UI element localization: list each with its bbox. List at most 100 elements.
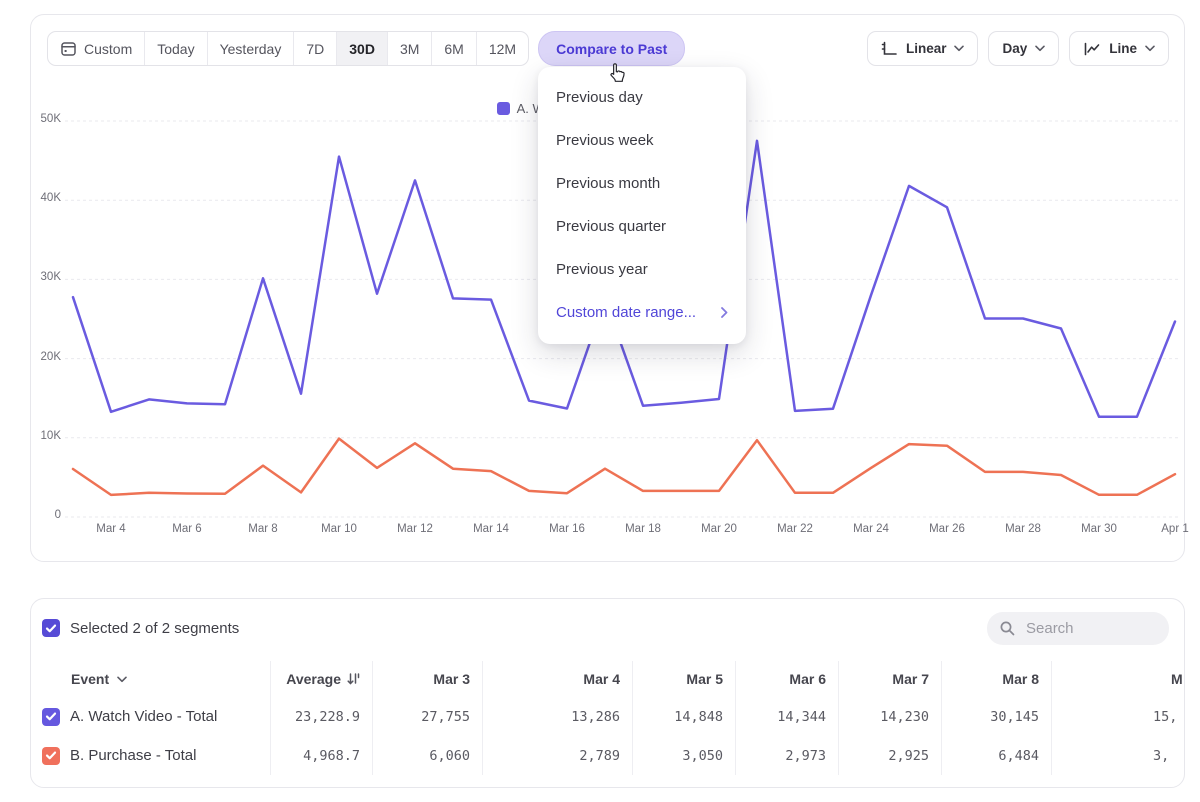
x-axis-tick: Mar 4 xyxy=(81,523,141,535)
column-header-mar-8: Mar 8 xyxy=(942,661,1052,697)
column-header-mar-6: Mar 6 xyxy=(736,661,839,697)
row-checkbox[interactable] xyxy=(42,708,60,726)
column-header-mar-7: Mar 7 xyxy=(839,661,942,697)
x-axis-tick: Mar 28 xyxy=(993,523,1053,535)
chevron-down-icon xyxy=(1145,45,1155,52)
x-axis-tick: Apr 1 xyxy=(1145,523,1200,535)
interval-selector-button[interactable]: Day xyxy=(988,31,1059,66)
column-header-average[interactable]: Average xyxy=(271,661,373,697)
range-label: 7D xyxy=(306,41,324,57)
custom-date-range-label: Custom date range... xyxy=(556,304,696,321)
daily-value: 2,973 xyxy=(736,736,839,775)
x-axis-tick: Mar 12 xyxy=(385,523,445,535)
x-axis-tick: Mar 18 xyxy=(613,523,673,535)
menu-item-custom-date-range[interactable]: Custom date range... xyxy=(538,291,746,334)
search-input[interactable] xyxy=(1024,619,1158,638)
table-header-row: Event Average Mar 3 Mar 4 Mar 5 Mar 6 Mar 7 M… xyxy=(31,661,1185,697)
column-header-label: Mar 8 xyxy=(1002,671,1039,687)
column-header-label: Mar 5 xyxy=(686,671,723,687)
select-all-checkbox[interactable] xyxy=(42,619,60,637)
daily-value: 14,344 xyxy=(736,697,839,736)
daily-value: 6,484 xyxy=(942,736,1052,775)
daily-value: 14,848 xyxy=(633,697,736,736)
chevron-down-icon xyxy=(1035,45,1045,52)
range-label: 3M xyxy=(400,41,419,57)
column-header-mar-4: Mar 4 xyxy=(483,661,633,697)
analytics-dashboard: { "toolbar": { "ranges": [ {"label":"Cus… xyxy=(0,0,1200,802)
column-header-label: Event xyxy=(71,671,109,687)
chevron-down-icon xyxy=(954,45,964,52)
row-checkbox[interactable] xyxy=(42,747,60,765)
column-header-mar-5: Mar 5 xyxy=(633,661,736,697)
menu-item-previous-quarter[interactable]: Previous quarter xyxy=(538,205,746,248)
y-axis-tick: 30K xyxy=(31,271,61,283)
menu-item-previous-week[interactable]: Previous week xyxy=(538,119,746,162)
search-icon xyxy=(999,620,1016,637)
x-axis-tick: Mar 22 xyxy=(765,523,825,535)
daily-value: 30,145 xyxy=(942,697,1052,736)
daily-value: 2,789 xyxy=(483,736,633,775)
range-custom-button[interactable]: Custom xyxy=(48,32,145,65)
x-axis-tick: Mar 24 xyxy=(841,523,901,535)
x-axis-tick: Mar 10 xyxy=(309,523,369,535)
range-30d-button[interactable]: 30D xyxy=(337,32,388,65)
legend-swatch xyxy=(497,102,510,115)
column-header-m: M xyxy=(1052,661,1185,697)
x-axis-tick: Mar 8 xyxy=(233,523,293,535)
y-axis-tick: 0 xyxy=(31,509,61,521)
daily-value: 14,230 xyxy=(839,697,942,736)
daily-value: 3,050 xyxy=(633,736,736,775)
range-7d-button[interactable]: 7D xyxy=(294,32,337,65)
column-header-label: Mar 7 xyxy=(892,671,929,687)
daily-value: 3, xyxy=(1052,736,1185,775)
x-axis-tick: Mar 20 xyxy=(689,523,749,535)
series-line-b-purchase xyxy=(73,439,1175,495)
column-header-label: Mar 3 xyxy=(433,671,470,687)
menu-item-previous-day[interactable]: Previous day xyxy=(538,76,746,119)
compare-to-past-menu: Previous dayPrevious weekPrevious monthP… xyxy=(538,67,746,344)
average-value: 4,968.7 xyxy=(271,736,373,775)
daily-value: 13,286 xyxy=(483,697,633,736)
x-axis-tick: Mar 14 xyxy=(461,523,521,535)
range-label: 30D xyxy=(349,41,375,57)
y-axis-tick: 20K xyxy=(31,351,61,363)
column-header-event[interactable]: Event xyxy=(31,661,271,697)
chart-toolbar: Custom Today Yesterday 7D 30D 3M 6M 12M Compare… xyxy=(47,31,1169,66)
sort-descending-icon xyxy=(347,672,360,686)
y-axis-tick: 40K xyxy=(31,192,61,204)
x-axis-tick: Mar 30 xyxy=(1069,523,1129,535)
chart-display-controls: Linear Day Line xyxy=(867,31,1169,66)
calendar-icon xyxy=(60,40,77,57)
column-header-mar-3: Mar 3 xyxy=(373,661,483,697)
segments-table-card: Selected 2 of 2 segments Event Average M… xyxy=(30,598,1185,788)
range-label: Yesterday xyxy=(220,41,282,57)
daily-value: 2,925 xyxy=(839,736,942,775)
row-label[interactable]: B. Purchase - Total xyxy=(70,747,196,764)
search-box xyxy=(987,612,1169,645)
range-label: Today xyxy=(157,41,194,57)
column-header-label: M xyxy=(1171,671,1183,687)
range-6m-button[interactable]: 6M xyxy=(432,32,476,65)
scale-selector-button[interactable]: Linear xyxy=(867,31,979,66)
compare-to-past-button[interactable]: Compare to Past xyxy=(538,31,685,66)
scale-selector-label: Linear xyxy=(906,41,947,56)
average-value: 23,228.9 xyxy=(271,697,373,736)
range-12m-button[interactable]: 12M xyxy=(477,32,528,65)
range-today-button[interactable]: Today xyxy=(145,32,207,65)
daily-value: 15, xyxy=(1052,697,1185,736)
line-chart-icon xyxy=(1083,41,1101,57)
range-label: 6M xyxy=(444,41,463,57)
row-label[interactable]: A. Watch Video - Total xyxy=(70,708,217,725)
range-3m-button[interactable]: 3M xyxy=(388,32,432,65)
chart-type-selector-button[interactable]: Line xyxy=(1069,31,1169,66)
table-row-b-purchase-total: B. Purchase - Total 4,968.76,0602,7893,05… xyxy=(31,736,1185,775)
menu-item-previous-year[interactable]: Previous year xyxy=(538,248,746,291)
daily-value: 27,755 xyxy=(373,697,483,736)
y-axis-tick: 10K xyxy=(31,430,61,442)
range-yesterday-button[interactable]: Yesterday xyxy=(208,32,295,65)
x-axis-tick: Mar 6 xyxy=(157,523,217,535)
daily-value: 6,060 xyxy=(373,736,483,775)
menu-item-previous-month[interactable]: Previous month xyxy=(538,162,746,205)
x-axis-tick: Mar 16 xyxy=(537,523,597,535)
chevron-down-icon xyxy=(117,676,127,683)
